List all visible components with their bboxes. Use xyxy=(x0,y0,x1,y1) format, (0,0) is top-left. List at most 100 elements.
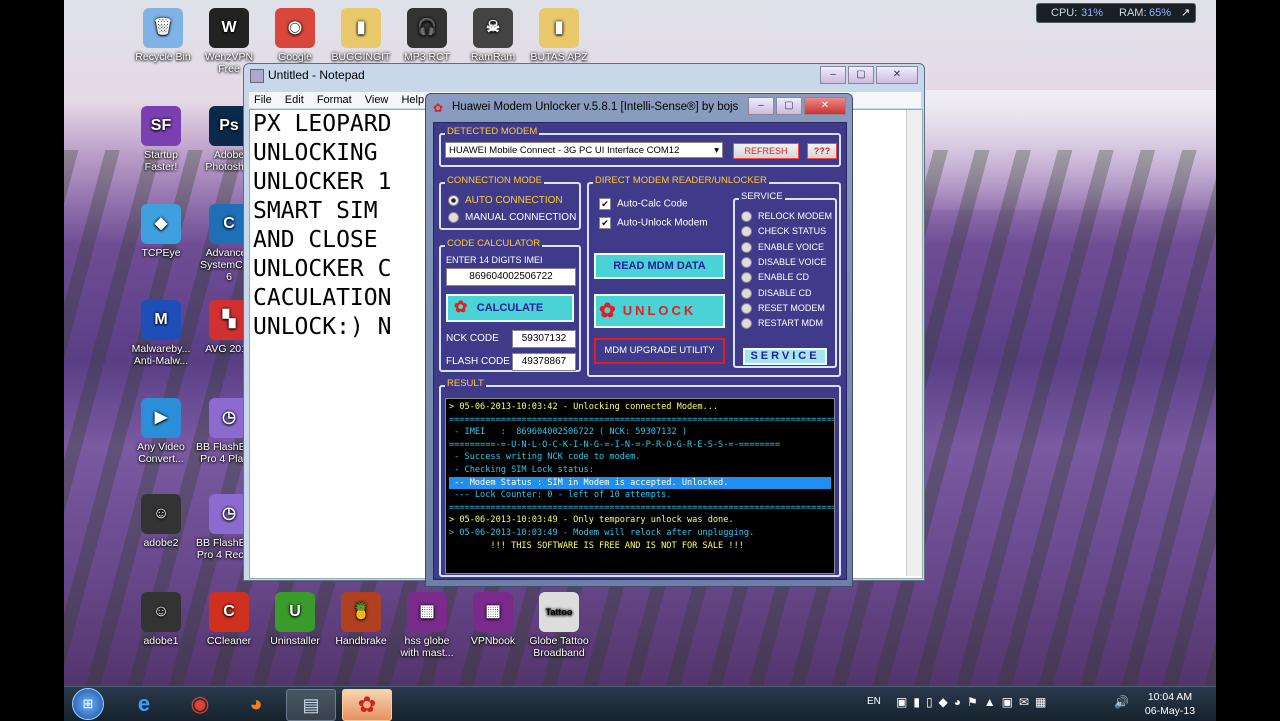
log-line: > 05-06-2013-10:03:49 - Only temporary u… xyxy=(449,515,734,526)
menu-view[interactable]: View xyxy=(365,94,389,106)
radio-unchecked-icon xyxy=(448,212,459,223)
tray-icons[interactable]: ▣▮▯◆◕⚑▲▣✉▦ xyxy=(896,695,1052,709)
desktop-icon[interactable]: C CCleaner xyxy=(196,592,262,647)
minimize-button[interactable]: – xyxy=(748,97,774,115)
minimize-button[interactable]: – xyxy=(820,66,846,84)
huawei-main-panel: DETECTED MODEM HUAWEI Mobile Connect - 3… xyxy=(433,122,847,580)
menu-format[interactable]: Format xyxy=(317,94,352,106)
desktop-icon[interactable]: SF Startup Faster! xyxy=(128,106,194,173)
service-option-label: RELOCK MODEM xyxy=(758,211,833,221)
desktop-icon[interactable]: 🍍 Handbrake xyxy=(328,592,394,647)
service-option[interactable]: ENABLE CD xyxy=(741,272,809,284)
chrome-icon: ◉ xyxy=(190,691,210,716)
desktop-icon-label: adobe2 xyxy=(143,537,179,549)
code-calculator-label: CODE CALCULATOR xyxy=(445,238,543,249)
taskbar-chrome[interactable]: ◉ xyxy=(176,689,224,719)
taskbar-huawei-unlocker[interactable]: ✿ xyxy=(342,689,392,721)
menu-help[interactable]: Help xyxy=(401,94,424,106)
help-button[interactable]: ??? xyxy=(807,143,837,159)
modem-select[interactable]: HUAWEI Mobile Connect - 3G PC UI Interfa… xyxy=(445,142,723,158)
calculate-button[interactable]: ✿ CALCULATE xyxy=(446,294,574,322)
maximize-button[interactable]: ▢ xyxy=(776,97,802,115)
desktop-icon[interactable]: ▮ BUTAS APZ xyxy=(526,8,592,63)
desktop-icon[interactable]: 🎧 MP3 RCT xyxy=(394,8,460,63)
desktop-icon-label: Startup Faster! xyxy=(144,149,178,173)
unlock-button[interactable]: ✿ UNLOCK xyxy=(594,294,725,328)
right-black-bar xyxy=(1216,0,1280,720)
service-option[interactable]: RESET MODEM xyxy=(741,303,825,314)
desktop-icon[interactable]: ▦ hss globe with mast... xyxy=(394,592,460,659)
auto-connection-radio[interactable]: AUTO CONNECTION xyxy=(448,195,563,206)
taskbar-ie[interactable]: e xyxy=(120,689,168,719)
left-black-bar xyxy=(0,0,64,720)
desktop-icon-label: Any Video Convert... xyxy=(137,441,185,465)
service-label: SERVICE xyxy=(739,191,785,202)
auto-unlock-checkbox[interactable]: ✔ Auto-Unlock Modem xyxy=(599,217,708,229)
log-line: ========================================… xyxy=(449,502,835,513)
start-button[interactable]: ⊞ xyxy=(68,688,108,720)
app-icon: ▦ xyxy=(407,592,447,632)
desktop-icon-label: Malwareby... Anti-Malw... xyxy=(131,343,191,367)
nck-code-field[interactable]: 59307132 xyxy=(512,330,576,348)
vertical-scrollbar[interactable] xyxy=(906,110,922,576)
ram-label: RAM: xyxy=(1119,7,1147,19)
desktop-icon[interactable]: ▮ BUGGINGIT xyxy=(328,8,394,63)
desktop-icon[interactable]: Tattoo Globe Tattoo Broadband xyxy=(526,592,592,659)
desktop-icon-label: adobe1 xyxy=(143,635,179,647)
desktop-icon-label: Handbrake xyxy=(335,635,387,647)
expand-icon[interactable]: ↗ xyxy=(1181,4,1190,22)
service-option[interactable]: DISABLE VOICE xyxy=(741,256,827,269)
clock[interactable]: 10:04 AM 06-May-13 xyxy=(1142,690,1198,718)
close-button[interactable]: ✕ xyxy=(876,66,918,84)
calculate-label: CALCULATE xyxy=(476,302,544,314)
service-button[interactable]: SERVICE xyxy=(743,348,827,365)
service-option[interactable]: RESTART MDM xyxy=(741,318,824,330)
desktop-icon[interactable]: M Malwareby... Anti-Malw... xyxy=(128,300,194,367)
app-icon: ▦ xyxy=(473,592,513,632)
service-option-label: ENABLE VOICE xyxy=(758,241,825,252)
app-icon: M xyxy=(141,300,181,340)
auto-calc-checkbox[interactable]: ✔ Auto-Calc Code xyxy=(599,198,688,210)
app-icon: ☺ xyxy=(141,494,181,534)
flash-code-field[interactable]: 49378867 xyxy=(512,353,576,371)
desktop-icon[interactable]: U Uninstaller xyxy=(262,592,328,647)
read-mdm-data-button[interactable]: READ MDM DATA xyxy=(594,253,725,279)
imei-input[interactable]: 869604002506722 xyxy=(446,268,576,286)
refresh-button[interactable]: REFRESH xyxy=(733,143,799,159)
menu-file[interactable]: File xyxy=(254,94,272,106)
desktop-icon[interactable]: ◆ TCPEye xyxy=(128,204,194,259)
auto-unlock-label: Auto-Unlock Modem xyxy=(617,217,708,229)
app-icon: 🎧 xyxy=(407,8,447,48)
volume-icon[interactable]: 🔊 xyxy=(1114,695,1129,709)
service-option-label: RESTART MDM xyxy=(758,318,824,329)
desktop-icon[interactable]: ☺ adobe2 xyxy=(128,494,194,549)
log-line: - IMEI : 869604002506722 ( NCK: 59307132… xyxy=(449,427,687,438)
taskbar: ⊞ e ◉ ◕ ▤ ✿ EN ▣▮▯◆◕⚑▲▣✉▦ 🔊 10:04 AM 06-… xyxy=(64,686,1216,721)
desktop-icon[interactable]: ☠ RamRam xyxy=(460,8,526,63)
desktop-icon[interactable]: ☺ adobe1 xyxy=(128,592,194,647)
app-icon: W xyxy=(209,8,249,48)
taskbar-firefox[interactable]: ◕ xyxy=(232,689,280,719)
close-button[interactable]: ✕ xyxy=(804,97,846,115)
service-option[interactable]: DISABLE CD xyxy=(741,288,812,299)
service-option[interactable]: CHECK STATUS xyxy=(741,226,826,238)
service-option[interactable]: ENABLE VOICE xyxy=(741,242,824,253)
connection-mode-group: CONNECTION MODE AUTO CONNECTION MANUAL C… xyxy=(439,175,581,230)
taskbar-notepad[interactable]: ▤ xyxy=(286,689,336,721)
huawei-logo-icon: ✿ xyxy=(454,299,468,316)
radio-unchecked-icon xyxy=(741,257,752,269)
maximize-button[interactable]: ▢ xyxy=(848,66,874,84)
service-option-label: DISABLE VOICE xyxy=(758,256,827,267)
language-indicator[interactable]: EN xyxy=(867,696,881,707)
desktop-icon[interactable]: ▶ Any Video Convert... xyxy=(128,398,194,465)
huawei-unlocker-window[interactable]: ✿ Huawei Modem Unlocker v.5.8.1 [Intelli… xyxy=(425,93,853,587)
mdm-upgrade-button[interactable]: MDM UPGRADE UTILITY xyxy=(594,338,725,364)
service-option[interactable]: RELOCK MODEM xyxy=(741,211,833,223)
manual-connection-radio[interactable]: MANUAL CONNECTION xyxy=(448,212,576,223)
result-log[interactable]: > 05-06-2013-10:03:42 - Unlocking connec… xyxy=(445,398,835,574)
modem-select-value: HUAWEI Mobile Connect - 3G PC UI Interfa… xyxy=(449,145,680,156)
app-icon: 🗑 xyxy=(143,8,183,48)
desktop-icon[interactable]: 🗑 Recycle Bin xyxy=(130,8,196,63)
menu-edit[interactable]: Edit xyxy=(285,94,304,106)
desktop-icon[interactable]: ▦ VPNbook xyxy=(460,592,526,647)
